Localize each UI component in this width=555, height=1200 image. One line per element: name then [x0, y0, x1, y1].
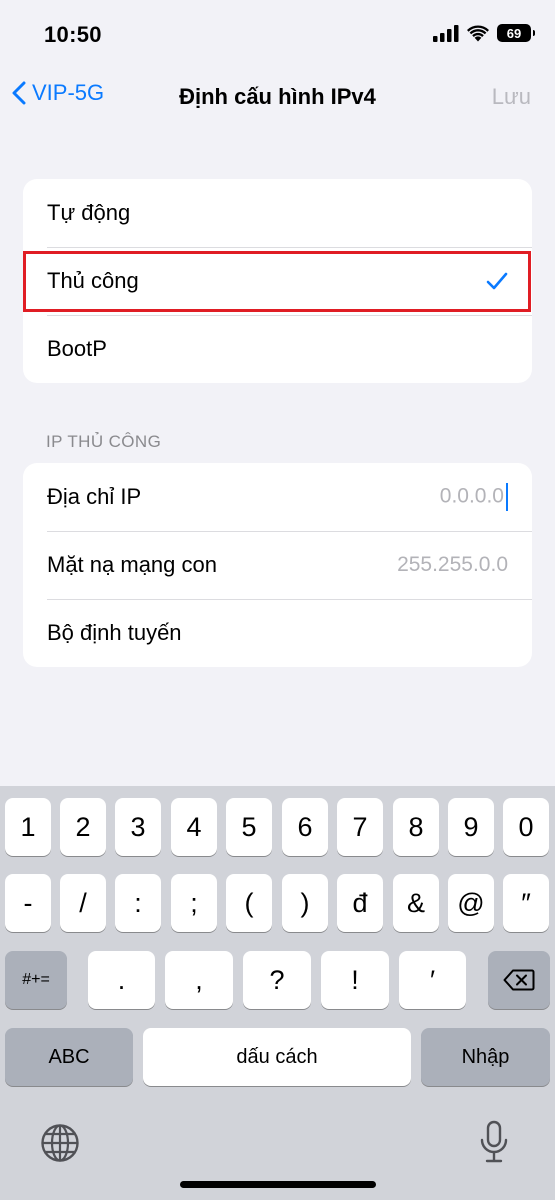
option-label: Tự động — [47, 200, 131, 225]
field-label: Bộ định tuyến — [47, 620, 182, 645]
ip-address-input[interactable]: 0.0.0.0 — [440, 483, 508, 511]
microphone-icon[interactable] — [478, 1120, 510, 1164]
key-question[interactable]: ? — [243, 951, 311, 1009]
key-7[interactable]: 7 — [337, 798, 383, 856]
manual-ip-fields: Địa chỉ IP 0.0.0.0 Mặt nạ mạng con 255.2… — [23, 463, 532, 667]
option-bootp[interactable]: BootP — [23, 315, 532, 383]
page-title: Định cấu hình IPv4 — [179, 84, 376, 109]
navigation-bar: VIP-5G Định cấu hình IPv4 Lưu — [0, 78, 555, 120]
text-cursor — [506, 483, 508, 511]
globe-icon[interactable] — [40, 1123, 80, 1163]
key-comma[interactable]: , — [165, 951, 233, 1009]
router-field[interactable]: Bộ định tuyến — [23, 599, 532, 667]
option-label: Thủ công — [47, 268, 139, 293]
key-at[interactable]: @ — [448, 874, 494, 932]
key-3[interactable]: 3 — [115, 798, 161, 856]
key-close-paren[interactable]: ) — [282, 874, 328, 932]
field-placeholder: 0.0.0.0 — [439, 484, 504, 508]
key-8[interactable]: 8 — [393, 798, 439, 856]
option-label: BootP — [47, 336, 107, 361]
home-indicator — [180, 1181, 376, 1188]
key-slash[interactable]: / — [60, 874, 106, 932]
key-6[interactable]: 6 — [282, 798, 328, 856]
subnet-mask-field[interactable]: Mặt nạ mạng con 255.255.0.0 — [23, 531, 532, 599]
return-key[interactable]: Nhập — [421, 1028, 550, 1086]
checkmark-icon — [486, 272, 508, 290]
status-icons: 69 — [433, 24, 535, 42]
field-label: Địa chỉ IP — [47, 484, 142, 509]
ip-address-field[interactable]: Địa chỉ IP 0.0.0.0 — [23, 463, 532, 531]
cellular-signal-icon — [433, 24, 459, 42]
key-5[interactable]: 5 — [226, 798, 272, 856]
key-ampersand[interactable]: & — [393, 874, 439, 932]
key-semicolon[interactable]: ; — [171, 874, 217, 932]
battery-icon: 69 — [497, 24, 535, 42]
key-colon[interactable]: : — [115, 874, 161, 932]
key-open-paren[interactable]: ( — [226, 874, 272, 932]
subnet-mask-input[interactable]: 255.255.0.0 — [397, 553, 508, 577]
save-button[interactable]: Lưu — [492, 84, 531, 110]
status-time: 10:50 — [44, 22, 102, 47]
key-4[interactable]: 4 — [171, 798, 217, 856]
key-0[interactable]: 0 — [503, 798, 549, 856]
option-automatic[interactable]: Tự động — [23, 179, 532, 247]
status-bar: 10:50 69 — [0, 0, 555, 70]
key-exclamation[interactable]: ! — [321, 951, 389, 1009]
key-1[interactable]: 1 — [5, 798, 51, 856]
key-dong[interactable]: đ — [337, 874, 383, 932]
key-prime[interactable]: ′ — [399, 951, 466, 1009]
key-9[interactable]: 9 — [448, 798, 494, 856]
delete-key[interactable] — [488, 951, 550, 1009]
abc-key[interactable]: ABC — [5, 1028, 133, 1086]
key-double-prime[interactable]: ″ — [503, 874, 549, 932]
symbols-toggle-key[interactable]: #+= — [5, 951, 67, 1009]
battery-level: 69 — [506, 25, 522, 41]
field-label: Mặt nạ mạng con — [47, 552, 217, 577]
key-2[interactable]: 2 — [60, 798, 106, 856]
numeric-keyboard: 1 2 3 4 5 6 7 8 9 0 - / : ; ( ) đ & @ ″ … — [0, 786, 555, 1200]
space-key[interactable]: dấu cách — [143, 1028, 411, 1086]
option-manual[interactable]: Thủ công — [23, 247, 532, 315]
key-hyphen[interactable]: - — [5, 874, 51, 932]
section-header-manual-ip: IP THỦ CÔNG — [46, 432, 162, 451]
ipv4-config-options: Tự động Thủ công BootP — [23, 179, 532, 383]
wifi-icon — [467, 24, 489, 41]
backspace-icon — [503, 969, 535, 991]
key-period[interactable]: . — [88, 951, 155, 1009]
